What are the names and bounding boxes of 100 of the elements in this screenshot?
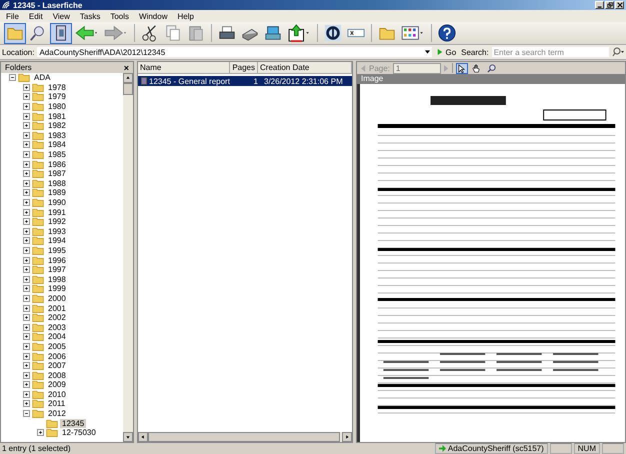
expander-box[interactable] (9, 74, 16, 82)
expander-box[interactable] (23, 208, 30, 216)
tree-item[interactable]: 2009 (46, 380, 68, 390)
close-button[interactable] (615, 1, 624, 9)
expander-box[interactable] (23, 103, 30, 110)
tree-item[interactable]: 2007 (46, 361, 68, 370)
minimize-button[interactable] (595, 1, 604, 9)
scroll-up-icon[interactable] (123, 73, 133, 83)
tree-item[interactable]: 2001 (46, 304, 68, 313)
location-field[interactable]: AdaCountySheriff\ADA\2012\12345 (37, 47, 432, 57)
tree-item[interactable]: 1997 (46, 265, 68, 274)
tree-item[interactable]: 1979 (46, 92, 68, 102)
tree-item[interactable]: 1998 (46, 274, 68, 284)
menu-item[interactable]: Help (173, 12, 198, 20)
tree-item[interactable]: ADA (32, 73, 52, 82)
expander-box[interactable] (23, 314, 30, 322)
tree-item[interactable]: 1990 (46, 198, 68, 208)
expander-box[interactable] (23, 352, 30, 360)
expander-box[interactable] (23, 199, 30, 206)
expander-box[interactable] (23, 400, 30, 408)
go-button[interactable]: Go (435, 47, 458, 57)
expander-box[interactable] (23, 237, 30, 244)
expander-box[interactable] (23, 228, 30, 235)
tree-item[interactable]: 1995 (46, 246, 68, 255)
select-tool-button[interactable] (456, 62, 468, 74)
page-number-field[interactable]: 1 (392, 62, 441, 74)
expander-box[interactable] (23, 218, 30, 226)
expander-box[interactable] (23, 141, 30, 148)
scroll-down-icon[interactable] (123, 432, 133, 442)
expander-box[interactable] (23, 410, 30, 418)
close-panel-button[interactable]: × (124, 62, 129, 72)
tree-item[interactable]: 1983 (46, 130, 68, 140)
tree-item[interactable]: 12345 (60, 418, 86, 428)
tree-item[interactable]: 1994 (46, 236, 68, 246)
expander-box[interactable] (23, 246, 30, 254)
expander-box[interactable] (23, 266, 30, 274)
search-field[interactable]: Enter a search term (492, 47, 609, 57)
expander-box[interactable] (23, 132, 30, 139)
expander-box[interactable] (23, 324, 30, 331)
tree-item[interactable]: 1991 (46, 208, 68, 217)
tree-item[interactable]: 2004 (46, 332, 68, 342)
expander-box[interactable] (23, 122, 30, 130)
expander-box[interactable] (23, 333, 30, 340)
tree-item[interactable]: 1999 (46, 284, 68, 294)
expander-box[interactable] (23, 160, 30, 168)
expander-box[interactable] (23, 180, 30, 187)
tree-item[interactable]: 2005 (46, 342, 68, 351)
tree-item[interactable]: 2002 (46, 313, 68, 322)
tree-item[interactable]: 2000 (46, 294, 68, 303)
tree-item[interactable]: 1978 (46, 82, 68, 92)
expander-box[interactable] (23, 256, 30, 264)
tree-item[interactable]: 2011 (46, 399, 68, 408)
restore-button[interactable] (605, 1, 614, 9)
tree-item[interactable]: 1987 (46, 169, 68, 178)
zoom-tool-button[interactable] (486, 62, 498, 74)
tree-item[interactable]: 1988 (46, 178, 68, 188)
expander-box[interactable] (23, 381, 30, 388)
column-header[interactable]: Name (138, 62, 230, 73)
expander-box[interactable] (23, 84, 30, 91)
scroll-right-icon[interactable] (342, 432, 352, 442)
expander-box[interactable] (23, 362, 30, 370)
tree-item[interactable]: 1980 (46, 102, 68, 112)
ocr-button[interactable] (322, 22, 344, 44)
column-header[interactable]: Pages (230, 62, 258, 73)
expander-box[interactable] (23, 294, 30, 302)
expander-box[interactable] (23, 372, 30, 379)
menu-item[interactable]: Tools (106, 12, 134, 20)
expander-box[interactable] (23, 189, 30, 196)
tree-item[interactable]: 1985 (46, 150, 68, 160)
expander-box[interactable] (23, 151, 30, 158)
expander-box[interactable] (23, 342, 30, 350)
vertical-scrollbar[interactable] (123, 73, 133, 442)
tree-item[interactable]: 2003 (46, 322, 68, 332)
tree-item[interactable]: 2006 (46, 352, 68, 361)
menu-item[interactable]: View (48, 12, 74, 20)
menu-item[interactable]: File (2, 12, 23, 20)
list-row[interactable]: 12345 - General report 1 3/26/2012 2:31:06 PM (138, 76, 352, 86)
tree-item[interactable]: 1984 (46, 140, 68, 150)
scroll-left-icon[interactable] (138, 432, 148, 442)
help-button[interactable] (436, 22, 458, 44)
expander-box[interactable] (23, 285, 30, 292)
tree-item[interactable]: 1993 (46, 226, 68, 236)
tree-item[interactable]: 2008 (46, 370, 68, 380)
menu-item[interactable]: Tasks (76, 12, 104, 20)
scroll-thumb[interactable] (123, 83, 133, 95)
expander-box[interactable] (23, 170, 30, 178)
folders-button[interactable] (4, 22, 26, 44)
tree-item[interactable]: 2010 (46, 390, 68, 399)
tree-item[interactable]: 12-75030 (60, 428, 98, 438)
tree-item[interactable]: 1989 (46, 188, 68, 198)
tree-item[interactable]: 1981 (46, 112, 68, 121)
expander-box[interactable] (23, 276, 30, 283)
expander-box[interactable] (23, 112, 30, 120)
preview-button[interactable] (50, 22, 72, 44)
menu-item[interactable]: Window (135, 12, 172, 20)
tree-item[interactable]: 1992 (46, 217, 68, 226)
expander-box[interactable] (23, 304, 30, 312)
tree-item[interactable]: 1996 (46, 256, 68, 265)
expander-box[interactable] (23, 390, 30, 398)
tree-item[interactable]: 2012 (46, 409, 68, 418)
